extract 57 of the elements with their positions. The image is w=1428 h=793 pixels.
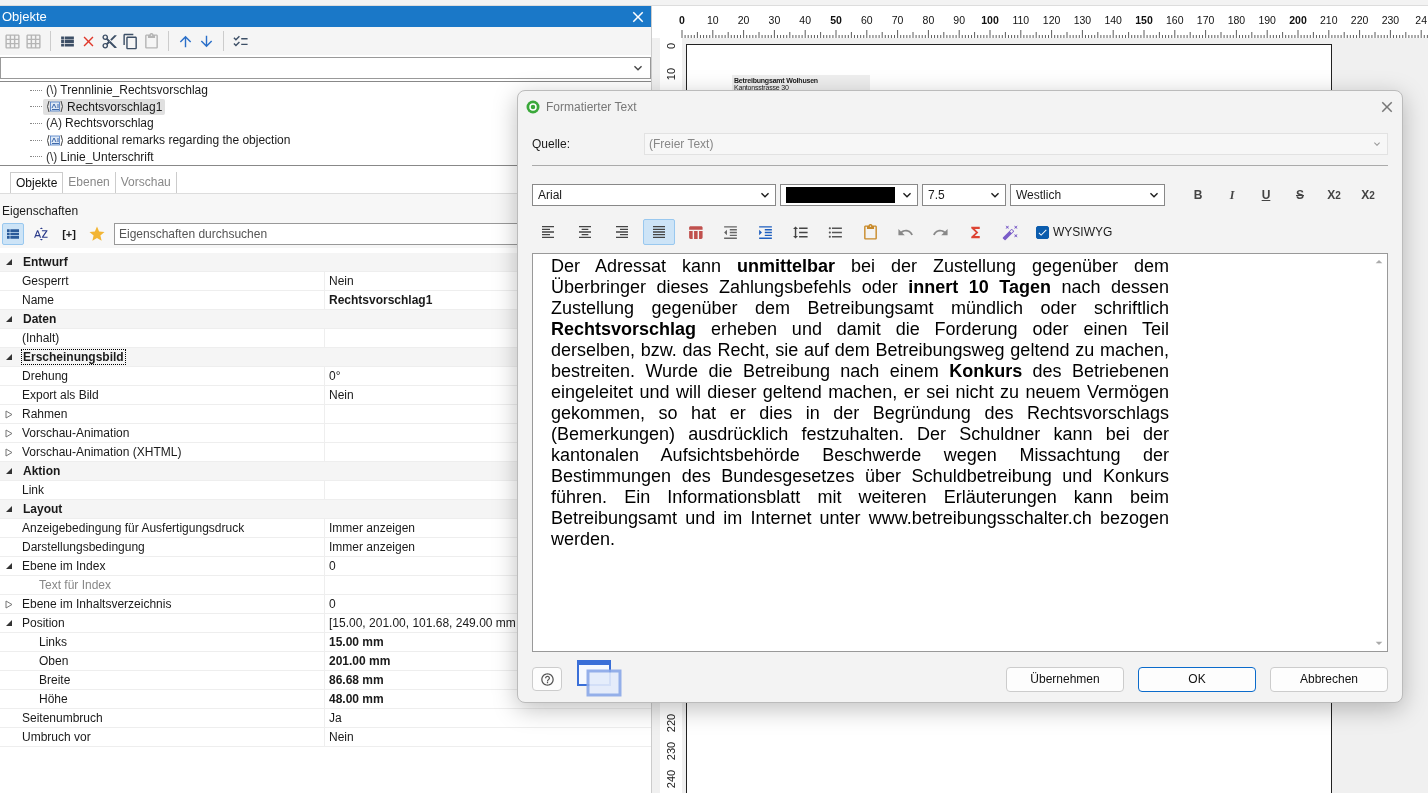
panel-title: Objekte: [2, 9, 47, 24]
ruler-label: 230: [1381, 14, 1400, 26]
property-name: Position: [18, 614, 325, 632]
ruler-label: 40: [799, 14, 812, 26]
ruler-label: 100: [981, 14, 999, 26]
property-name: Drehung: [18, 367, 325, 385]
ruler-label: 130: [1073, 14, 1092, 26]
ruler-label: 10: [665, 67, 677, 81]
ruler-label: 90: [953, 14, 966, 26]
property-name: Text für Index: [18, 576, 325, 594]
property-name: Darstellungsbedingung: [18, 538, 325, 556]
ruler-label: 60: [860, 14, 873, 26]
ruler-label: 210: [1320, 14, 1338, 26]
property-name: Name: [18, 291, 325, 309]
property-name: Seitenumbruch: [18, 709, 325, 727]
property-name: (Inhalt): [18, 329, 325, 347]
field-label: Quelle:: [532, 136, 572, 151]
ruler-label: 220: [665, 716, 677, 730]
ruler-label: 110: [1012, 14, 1030, 26]
property-name: Breite: [18, 671, 325, 689]
ruler-label: 10: [706, 14, 719, 26]
ruler-label: 150: [1135, 14, 1153, 26]
object-type-icon: (\): [46, 83, 58, 98]
property-name: Gesperrt: [18, 272, 325, 290]
ruler-label: 190: [1258, 14, 1276, 26]
ruler-label: 160: [1166, 14, 1184, 26]
property-name: Link: [18, 481, 325, 499]
ruler-label: 24: [1415, 14, 1428, 26]
ruler-label: 50: [830, 14, 842, 26]
property-name: Vorschau-Animation: [18, 424, 325, 442]
ruler-label: 70: [891, 14, 904, 26]
object-type-icon: (A): [46, 116, 62, 131]
property-name: Höhe: [18, 690, 325, 708]
object-type-icon: (\): [46, 149, 58, 164]
ruler-label: 180: [1227, 14, 1246, 26]
ruler-label: 220: [1350, 14, 1369, 26]
property-name: Rahmen: [18, 405, 325, 423]
ruler-label: 170: [1196, 14, 1215, 26]
ruler-label: 0: [679, 14, 685, 26]
ruler-label: 200: [1289, 14, 1307, 26]
property-name: Oben: [18, 652, 325, 670]
property-name: Export als Bild: [18, 386, 325, 404]
property-name: Ebene im Index: [18, 557, 325, 575]
ruler-label: 0: [665, 41, 677, 52]
ruler-label: 240: [665, 772, 677, 786]
ruler-label: 80: [922, 14, 935, 26]
ruler-label: 230: [665, 744, 677, 758]
ruler-label: 30: [768, 14, 781, 26]
property-name: Links: [18, 633, 325, 651]
property-name: Umbruch vor: [18, 728, 325, 746]
property-name: Vorschau-Animation (XHTML): [18, 443, 325, 461]
ruler-label: 120: [1042, 14, 1061, 26]
property-name: Anzeigebedingung für Ausfertigungsdruck: [18, 519, 325, 537]
ruler-label: 20: [737, 14, 750, 26]
ruler-label: 140: [1104, 14, 1122, 26]
property-name: Ebene im Inhaltsverzeichnis: [18, 595, 325, 613]
dialog-title: Formatierter Text: [546, 99, 637, 114]
